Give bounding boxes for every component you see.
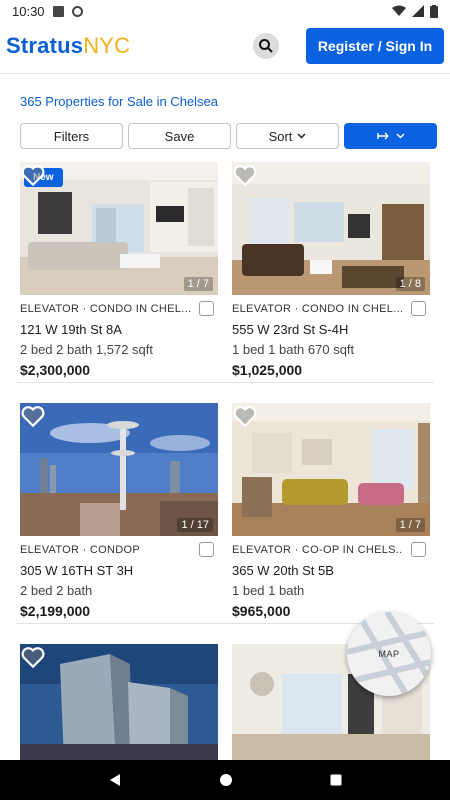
home-icon[interactable] — [219, 773, 233, 787]
filters-label: Filters — [53, 128, 90, 144]
listing-price: $2,300,000 — [20, 362, 91, 378]
system-nav-bar — [0, 760, 450, 800]
listing-address[interactable]: 555 W 23rd St S-4H — [232, 322, 430, 337]
status-time: 10:30 — [12, 3, 45, 19]
logo-light: NYC — [83, 33, 131, 58]
compare-checkbox[interactable] — [411, 301, 426, 316]
listing-card[interactable]: 1 / 17 ELEVATOR · CONDOP 305 W 16TH ST 3… — [20, 403, 218, 619]
compare-checkbox[interactable] — [199, 542, 214, 557]
back-icon[interactable] — [108, 773, 122, 787]
app-header: StratusNYC Register / Sign In — [0, 22, 450, 74]
listing-photo[interactable]: 1 / 8 — [232, 162, 430, 295]
heart-icon[interactable] — [20, 162, 46, 188]
heart-icon[interactable] — [20, 644, 46, 670]
share-menu-button[interactable] — [344, 123, 437, 149]
share-icon — [376, 132, 389, 140]
building-photo — [20, 644, 218, 760]
listing-tag: ELEVATOR · CO-OP IN CHELS... — [232, 543, 402, 556]
heart-icon[interactable] — [232, 403, 258, 429]
listing-address[interactable]: 305 W 16TH ST 3H — [20, 563, 218, 578]
sort-label: Sort — [268, 128, 293, 144]
register-sign-in-button[interactable]: Register / Sign In — [306, 28, 444, 64]
listing-photo[interactable] — [20, 644, 218, 760]
heart-icon[interactable] — [232, 162, 258, 188]
signal-icon — [412, 5, 424, 17]
listing-tag: ELEVATOR · CONDOP — [20, 543, 141, 556]
listing-photo[interactable]: 1 / 7 — [232, 403, 430, 536]
filter-bar: Filters Save Sort — [20, 123, 437, 149]
logo-bold: Stratus — [6, 33, 84, 58]
compare-checkbox[interactable] — [199, 301, 214, 316]
listing-price: $1,025,000 — [232, 362, 303, 378]
photo-counter: 1 / 7 — [395, 518, 425, 532]
map-label: MAP — [378, 649, 400, 659]
listing-photo[interactable]: 1 / 17 — [20, 403, 218, 536]
listing-specs: 2 bed 2 bath — [20, 583, 93, 598]
save-search-button[interactable]: Save — [128, 123, 231, 149]
listing-address[interactable]: 365 W 20th St 5B — [232, 563, 430, 578]
recents-icon[interactable] — [330, 774, 342, 786]
photo-counter: 1 / 8 — [395, 277, 425, 291]
battery-icon — [430, 4, 438, 18]
listing-price: $2,199,000 — [20, 603, 91, 619]
listing-specs: 2 bed 2 bath 1,572 sqft — [20, 342, 153, 357]
search-icon — [259, 39, 273, 53]
listing-tag: ELEVATOR · CONDO IN CHEL... — [20, 302, 190, 315]
map-button[interactable]: MAP — [347, 612, 431, 696]
listing-card[interactable]: 1 / 7 ELEVATOR · CO-OP IN CHELS... 365 W… — [232, 403, 430, 619]
vpn-icon — [71, 5, 83, 17]
chevron-down-icon — [297, 133, 306, 139]
search-button[interactable] — [253, 33, 279, 59]
listing-photo[interactable]: New 1 / 7 — [20, 162, 218, 295]
row-divider — [16, 382, 434, 383]
listing-specs: 1 bed 1 bath — [232, 583, 305, 598]
chevron-down-icon — [395, 133, 405, 139]
save-label: Save — [164, 128, 195, 144]
compare-checkbox[interactable] — [411, 542, 426, 557]
filters-button[interactable]: Filters — [20, 123, 123, 149]
wifi-icon — [392, 5, 406, 16]
living-room-photo — [232, 403, 430, 536]
heart-icon[interactable] — [20, 403, 46, 429]
photo-counter: 1 / 7 — [183, 277, 213, 291]
listing-card[interactable] — [20, 644, 218, 760]
listing-card[interactable]: 1 / 8 ELEVATOR · CONDO IN CHEL... 555 W … — [232, 162, 430, 378]
sort-button[interactable]: Sort — [236, 123, 339, 149]
living-room-photo — [232, 162, 430, 295]
listing-specs: 1 bed 1 bath 670 sqft — [232, 342, 355, 357]
listing-address[interactable]: 121 W 19th St 8A — [20, 322, 218, 337]
logo[interactable]: StratusNYC — [6, 33, 130, 59]
sd-card-icon — [52, 5, 64, 17]
listing-card[interactable]: New 1 / 7 ELEVATOR · CONDO IN CHEL... 12… — [20, 162, 218, 378]
listing-tag: ELEVATOR · CONDO IN CHEL... — [232, 302, 402, 315]
status-bar: 10:30 — [0, 0, 450, 22]
skyline-photo — [20, 403, 218, 536]
result-count: 365 Properties for Sale in Chelsea — [20, 94, 219, 109]
photo-counter: 1 / 17 — [177, 518, 213, 532]
